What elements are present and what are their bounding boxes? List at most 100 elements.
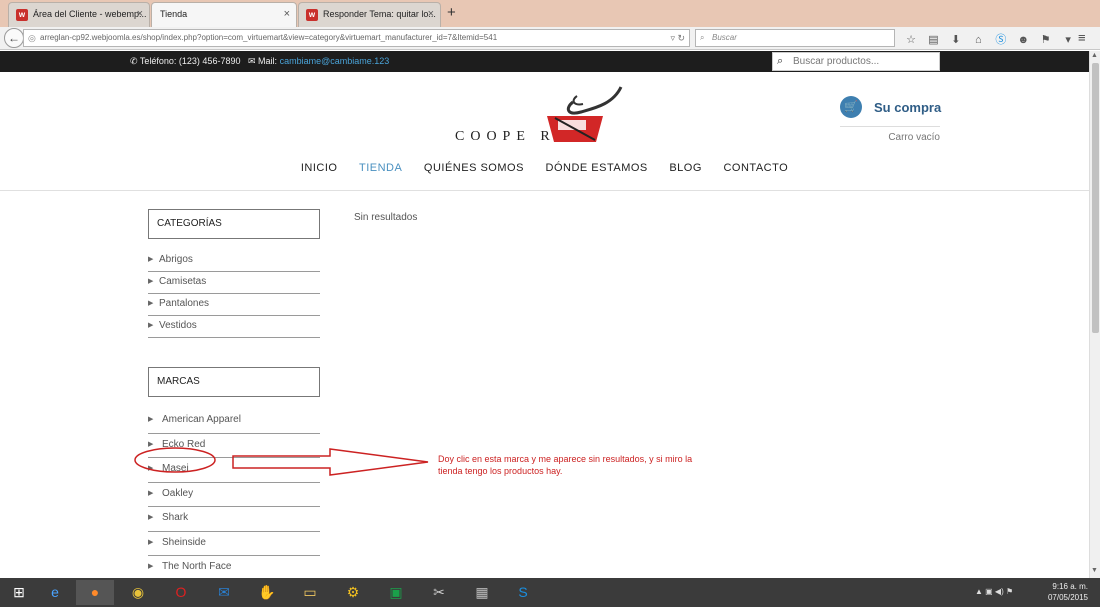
extension-icon[interactable]: ⚑	[1037, 33, 1055, 46]
brand-item-shark[interactable]: ▶ Shark	[148, 507, 320, 532]
download-icon[interactable]: ⬇	[947, 33, 965, 46]
brand-label: Ecko Red	[162, 438, 206, 450]
cart-title[interactable]: Su compra	[874, 100, 941, 115]
caret-right-icon: ▶	[148, 489, 154, 497]
annotation-text: Doy clic en esta marca y me aparece sin …	[438, 454, 693, 476]
file-explorer-icon[interactable]: ▭	[291, 580, 329, 605]
sidebar: CATEGORÍAS ▶ Abrigos ▶ Camisetas ▶ Pantalon…	[148, 209, 320, 578]
site-favicon-icon: w	[16, 9, 28, 21]
clock-date: 07/05/2015	[1047, 593, 1088, 602]
home-icon[interactable]: ⌂	[969, 34, 987, 46]
address-bar[interactable]: ◎ arreglan-cp92.webjoomla.es/shop/index.…	[23, 29, 690, 47]
skype-icon[interactable]: Ⓢ	[992, 31, 1010, 47]
caret-right-icon: ▶	[148, 300, 154, 307]
mail-label: Mail:	[258, 56, 278, 66]
top-info-bar: ✆ Teléfono: (123) 456-7890 ✉ Mail: cambi…	[0, 51, 1089, 72]
tab-responder-tema[interactable]: w Responder Tema: quitar lo... ×	[298, 2, 441, 27]
page-scrollbar[interactable]: ▲ ▼	[1089, 51, 1100, 578]
category-label: Vestidos	[159, 320, 197, 331]
brand-item-ecko-red[interactable]: ▶ Ecko Red	[148, 434, 320, 458]
nav-item-quienes-somos[interactable]: QUIÉNES SOMOS	[424, 162, 524, 174]
back-button[interactable]: ←	[4, 28, 24, 48]
scroll-up-icon[interactable]: ▲	[1091, 52, 1098, 59]
brand-item-the-north-face[interactable]: ▶ The North Face	[148, 556, 320, 578]
mail-icon: ✉	[247, 56, 256, 66]
tab-tienda[interactable]: Tienda ×	[151, 2, 297, 27]
filezilla-icon[interactable]: ⚙	[334, 580, 372, 605]
internet-explorer-icon[interactable]: e	[36, 580, 74, 605]
close-tab-icon[interactable]: ×	[284, 3, 290, 26]
logo-text: COOPE R	[455, 129, 556, 142]
close-tab-icon[interactable]: ×	[428, 3, 434, 26]
os-taskbar: ⊞ e ● ◉ O ✉ ✋ ▭ ⚙ ▣ ✂ ▦ S ▲ ▣ ◀) ⚑ 9:16 …	[0, 578, 1100, 607]
brand-item-sheinside[interactable]: ▶ Sheinside	[148, 532, 320, 556]
category-item-abrigos[interactable]: ▶ Abrigos	[148, 250, 320, 272]
brand-label: The North Face	[162, 561, 232, 572]
caret-right-icon: ▶	[148, 440, 154, 448]
caret-right-icon: ▶	[148, 514, 154, 521]
dropdown-icon[interactable]: ▾	[1059, 33, 1077, 46]
contact-info: ✆ Teléfono: (123) 456-7890 ✉ Mail: cambi…	[130, 56, 389, 67]
windows-start-icon[interactable]: ⊞	[0, 580, 38, 605]
brand-label: American Apparel	[162, 414, 241, 425]
store-icon[interactable]: ▣	[377, 580, 415, 605]
tab-label: Tienda	[160, 9, 188, 19]
phone-icon: ✆	[130, 56, 138, 66]
system-clock[interactable]: 9:16 a. m. 07/05/2015	[1040, 581, 1088, 603]
search-icon: ⌕	[700, 33, 705, 42]
mail-link[interactable]: cambiame@cambiame.123	[280, 56, 390, 66]
close-tab-icon[interactable]: ×	[137, 3, 143, 26]
reload-icon[interactable]: ▿ ↻	[670, 30, 685, 46]
category-item-pantalones[interactable]: ▶ Pantalones	[148, 294, 320, 316]
category-label: Pantalones	[159, 298, 210, 309]
caret-right-icon: ▶	[148, 278, 154, 285]
nav-item-tienda[interactable]: TIENDA	[359, 162, 402, 174]
category-item-camisetas[interactable]: ▶ Camisetas	[148, 272, 320, 294]
brand-label: Sheinside	[162, 536, 206, 548]
no-results-message: Sin resultados	[354, 212, 418, 223]
brand-label: Shark	[162, 512, 189, 523]
toolbar-icons: ☆ ▤ ⬇ ⌂ Ⓢ ☻ ⚑ ▾	[902, 30, 1077, 46]
site-header: COOPE R 🛒 Su compra Carro vacío INICIO T…	[0, 72, 1089, 191]
chrome-icon[interactable]: ◉	[119, 580, 157, 605]
skype-taskbar-icon[interactable]: S	[504, 580, 542, 605]
snipping-tool-icon[interactable]: ✂	[420, 580, 458, 605]
caret-right-icon: ▶	[148, 465, 154, 472]
browser-search-input[interactable]: ⌕ Buscar	[695, 29, 895, 47]
nav-item-contacto[interactable]: CONTACTO	[723, 162, 788, 174]
clock-time: 9:16 a. m.	[1052, 582, 1088, 591]
phone-text: Teléfono: (123) 456-7890	[139, 56, 241, 66]
firefox-icon[interactable]: ●	[76, 580, 114, 605]
scroll-down-icon[interactable]: ▼	[1091, 567, 1098, 574]
caret-right-icon: ▶	[148, 563, 154, 570]
caret-right-icon: ▶	[148, 538, 154, 546]
nav-item-donde-estamos[interactable]: DÓNDE ESTAMOS	[546, 162, 648, 174]
brand-item-masei[interactable]: ▶ Masei	[148, 458, 320, 483]
gimp-icon[interactable]: ✋	[248, 580, 286, 605]
nav-item-blog[interactable]: BLOG	[669, 162, 702, 174]
search-icon: ⌕	[777, 55, 784, 67]
site-logo[interactable]: COOPE R	[455, 82, 635, 142]
browser-search-placeholder: Buscar	[712, 33, 737, 42]
bookmark-star-icon[interactable]: ☆	[902, 33, 920, 46]
category-item-vestidos[interactable]: ▶ Vestidos	[148, 316, 320, 338]
brand-item-oakley[interactable]: ▶ Oakley	[148, 483, 320, 507]
category-list: ▶ Abrigos ▶ Camisetas ▶ Pantalones ▶ Vestido…	[148, 250, 320, 338]
product-search-input[interactable]: ⌕ Buscar productos...	[772, 52, 940, 71]
nav-item-inicio[interactable]: INICIO	[301, 162, 338, 174]
category-label: Abrigos	[159, 254, 193, 265]
outlook-icon[interactable]: ✉	[205, 580, 243, 605]
tab-label: Área del Cliente - webemp...	[33, 9, 147, 19]
bookmarks-list-icon[interactable]: ▤	[924, 33, 942, 46]
calculator-icon[interactable]: ▦	[463, 580, 501, 605]
site-favicon-icon: w	[306, 9, 318, 21]
url-text: arreglan-cp92.webjoomla.es/shop/index.ph…	[40, 33, 498, 42]
new-tab-button[interactable]: +	[447, 4, 456, 21]
opera-icon[interactable]: O	[162, 580, 200, 605]
chat-icon[interactable]: ☻	[1014, 34, 1032, 46]
menu-icon[interactable]: ≡	[1078, 30, 1086, 45]
brand-item-american-apparel[interactable]: ▶ American Apparel	[148, 409, 320, 434]
scrollbar-thumb[interactable]	[1092, 63, 1099, 333]
tab-area-cliente[interactable]: w Área del Cliente - webemp... ×	[8, 2, 150, 27]
system-tray-icons[interactable]: ▲ ▣ ◀) ⚑	[975, 587, 1013, 596]
